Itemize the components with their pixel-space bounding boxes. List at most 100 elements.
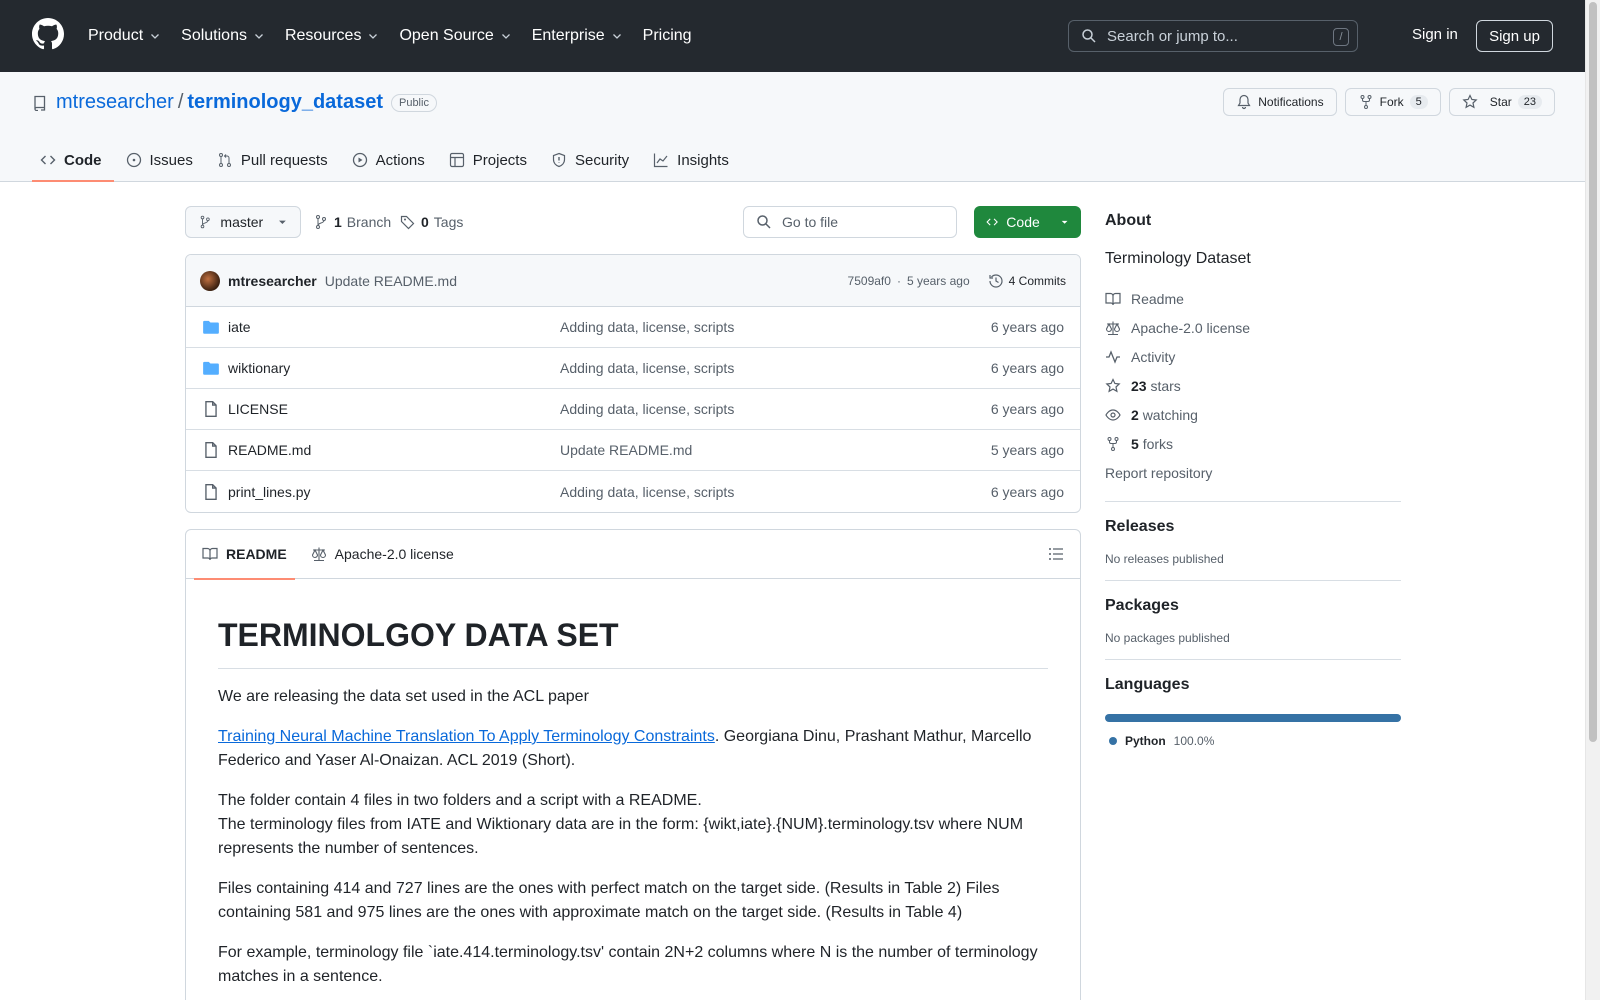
file-row[interactable]: README.md Update README.md 5 years ago [186, 430, 1080, 471]
report-repository-link[interactable]: Report repository [1105, 458, 1401, 487]
file-name-link[interactable]: print_lines.py [228, 484, 311, 500]
search-shortcut-key: / [1333, 28, 1349, 46]
nav-label: Pricing [642, 27, 692, 44]
book-icon [202, 547, 218, 561]
repo-actions: Notifications Fork 5 Star 23 [1223, 88, 1555, 116]
tab-issues[interactable]: Issues [118, 138, 205, 182]
readme-link-label: Readme [1131, 290, 1184, 307]
tab-pull-requests[interactable]: Pull requests [209, 138, 340, 182]
file-icon [205, 401, 217, 417]
file-commit-age: 6 years ago [990, 319, 1064, 335]
chevron-down-icon [501, 34, 510, 39]
go-to-file-input[interactable]: Go to file [743, 206, 957, 238]
file-name-link[interactable]: iate [228, 319, 251, 335]
repo-sidebar: About Terminology Dataset Readme Apache-… [1105, 206, 1401, 748]
eye-icon [1105, 408, 1121, 421]
scrollbar-thumb[interactable] [1589, 2, 1597, 742]
forks-link[interactable]: 5 forks [1105, 429, 1401, 458]
chevron-down-icon [151, 34, 160, 39]
commit-history-link[interactable]: 4 Commits [988, 273, 1066, 289]
github-logo-icon[interactable] [32, 18, 64, 50]
divider [1105, 659, 1401, 660]
paper-link[interactable]: Training Neural Machine Translation To A… [218, 728, 715, 745]
language-name: Python [1125, 734, 1166, 748]
nav-solutions[interactable]: Solutions [181, 22, 265, 50]
go-to-file-placeholder: Go to file [782, 214, 839, 230]
tab-label: Insights [677, 151, 729, 169]
tags-link[interactable]: 0 Tags [400, 206, 463, 238]
page-scrollbar[interactable] [1585, 0, 1600, 1000]
file-commit-message-link[interactable]: Adding data, license, scripts [560, 319, 734, 335]
nav-product[interactable]: Product [88, 22, 161, 50]
chevron-down-icon [369, 34, 378, 39]
file-commit-message-link[interactable]: Adding data, license, scripts [560, 484, 734, 500]
repo-description: Terminology Dataset [1105, 250, 1251, 267]
commit-message-link[interactable]: Update README.md [325, 273, 457, 289]
fork-label: Fork [1379, 95, 1404, 109]
global-search-input[interactable]: Search or jump to... / [1068, 20, 1358, 52]
tab-actions[interactable]: Actions [344, 138, 437, 182]
branches-link[interactable]: 1 Branch [313, 206, 391, 238]
notifications-button[interactable]: Notifications [1223, 88, 1337, 116]
file-name-link[interactable]: LICENSE [228, 401, 288, 417]
tab-readme[interactable]: README [194, 530, 295, 580]
chevron-down-icon [255, 34, 263, 39]
nav-pricing[interactable]: Pricing [643, 22, 692, 50]
repo-name-link[interactable]: terminology_dataset [187, 91, 383, 114]
file-row[interactable]: iate Adding data, license, scripts 6 years… [186, 307, 1080, 348]
file-commit-age: 5 years ago [990, 442, 1064, 458]
commit-hash-link[interactable]: 7509af0 [848, 274, 891, 288]
language-item[interactable]: Python 100.0% [1105, 734, 1401, 748]
license-link[interactable]: Apache-2.0 license [1105, 313, 1401, 342]
code-dropdown-button[interactable]: Code [974, 206, 1081, 238]
packages-heading[interactable]: Packages [1105, 597, 1401, 615]
sign-up-button[interactable]: Sign up [1476, 20, 1553, 52]
file-name-link[interactable]: wiktionary [228, 360, 290, 376]
file-row[interactable]: print_lines.py Adding data, license, scri… [186, 471, 1080, 512]
file-icon [205, 483, 217, 500]
file-commit-message-link[interactable]: Adding data, license, scripts [560, 401, 734, 417]
stars-link[interactable]: 23 stars [1105, 371, 1401, 400]
notifications-label: Notifications [1258, 95, 1324, 109]
watchers-link[interactable]: 2 watching [1105, 400, 1401, 429]
avatar[interactable] [200, 270, 220, 291]
tab-code[interactable]: Code [32, 138, 114, 182]
forks-label: forks [1142, 435, 1174, 452]
readme-link[interactable]: Readme [1105, 284, 1401, 313]
branch-selector[interactable]: master [185, 206, 301, 238]
nav-enterprise[interactable]: Enterprise [532, 22, 623, 50]
file-commit-message-link[interactable]: Update README.md [560, 442, 692, 458]
tab-license[interactable]: Apache-2.0 license [303, 530, 462, 579]
file-row[interactable]: wiktionary Adding data, license, scripts 6… [186, 348, 1080, 389]
sign-in-link[interactable]: Sign in [1412, 26, 1458, 43]
star-button[interactable]: Star 23 [1448, 88, 1555, 116]
file-icon [205, 442, 217, 458]
file-list: iate Adding data, license, scripts 6 years… [186, 307, 1080, 512]
table-of-contents-button[interactable] [1040, 538, 1072, 570]
activity-link[interactable]: Activity [1105, 342, 1401, 371]
commit-author-link[interactable]: mtresearcher [228, 273, 317, 289]
file-row[interactable]: LICENSE Adding data, license, scripts 6 ye… [186, 389, 1080, 430]
repo-header: mtresearcher / terminology_dataset Publi… [0, 72, 1585, 182]
tab-projects[interactable]: Projects [441, 138, 539, 182]
tab-label: Issues [149, 151, 193, 169]
branch-icon [316, 215, 326, 229]
language-bar [1105, 714, 1401, 722]
file-commit-message-link[interactable]: Adding data, license, scripts [560, 360, 734, 376]
nav-resources[interactable]: Resources [285, 22, 379, 50]
nav-label: Enterprise [531, 27, 605, 44]
nav-open-source[interactable]: Open Source [399, 22, 511, 50]
file-commit-age: 6 years ago [990, 401, 1064, 417]
commit-separator: · [896, 274, 901, 288]
releases-heading[interactable]: Releases [1105, 518, 1401, 536]
readme-text: The terminology files from IATE and Wikt… [218, 816, 1024, 857]
repo-breadcrumb: mtresearcher / terminology_dataset Publi… [32, 91, 437, 114]
file-name-link[interactable]: README.md [228, 442, 311, 458]
fork-count: 5 [1409, 95, 1428, 109]
tab-security[interactable]: Security [543, 138, 641, 182]
readme-paragraph: For example, terminology file `iate.414.… [218, 944, 1038, 985]
repo-owner-link[interactable]: mtresearcher [56, 91, 174, 114]
watching-label: watching [1142, 406, 1198, 423]
fork-button[interactable]: Fork 5 [1344, 88, 1441, 116]
tab-insights[interactable]: Insights [645, 138, 741, 182]
